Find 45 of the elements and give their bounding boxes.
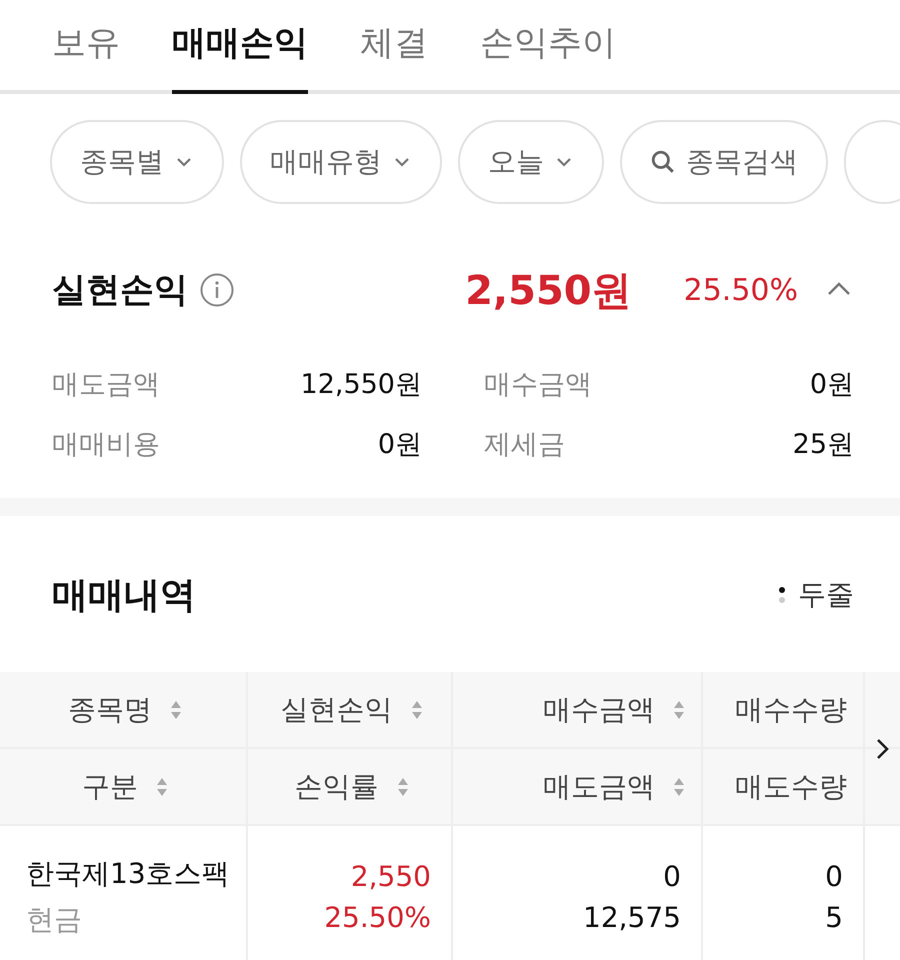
- column-header[interactable]: 매도금액: [473, 768, 685, 806]
- detail-value: 12,550원: [300, 368, 422, 402]
- column-header[interactable]: 매수수량: [723, 690, 847, 728]
- sort-icon: [410, 698, 422, 720]
- sort-icon: [156, 776, 168, 798]
- row-mode-toggle[interactable]: 두줄: [778, 576, 854, 614]
- stock-name: 한국제13호스팩: [26, 856, 230, 892]
- sort-icon: [396, 776, 408, 798]
- column-header[interactable]: 실현손익: [268, 690, 435, 728]
- section-title: 매매내역: [52, 574, 196, 618]
- sort-icon: [673, 698, 685, 720]
- column-header[interactable]: 매도수량: [723, 768, 847, 806]
- info-icon[interactable]: [200, 273, 234, 307]
- detail-label: 매도금액: [52, 368, 160, 402]
- column-header[interactable]: 매수금액: [473, 690, 685, 728]
- detail-value: 25원: [792, 428, 854, 462]
- realized-profit: 2,550: [350, 860, 431, 893]
- filter-dropdown[interactable]: 종목별: [50, 120, 224, 204]
- sort-icon: [170, 698, 182, 720]
- detail-label: 매매비용: [52, 428, 160, 462]
- tab[interactable]: 매매손익: [172, 0, 308, 94]
- sort-icon: [673, 776, 685, 798]
- search-icon: [650, 149, 676, 175]
- column-header[interactable]: 종목명: [20, 690, 230, 728]
- sell-quantity: 5: [825, 901, 843, 934]
- column-header[interactable]: 구분: [20, 768, 230, 806]
- detail-label: 제세금: [484, 428, 565, 462]
- detail-value: 0원: [810, 368, 854, 402]
- column-header[interactable]: 손익률: [268, 768, 435, 806]
- profit-rate: 25.50%: [684, 272, 798, 308]
- realized-profit-amount: 2,550원: [465, 266, 632, 316]
- filter-dropdown[interactable]: 매매유형: [240, 120, 442, 204]
- section-title: 실현손익: [52, 269, 188, 312]
- buy-quantity: 0: [825, 860, 843, 893]
- search-button[interactable]: 종목검색: [620, 120, 828, 204]
- tab[interactable]: 체결: [360, 0, 428, 94]
- trade-type: 현금: [26, 902, 82, 938]
- detail-label: 매수금액: [484, 368, 592, 402]
- buy-amount: 0: [663, 860, 681, 893]
- filter-dropdown[interactable]: 오늘: [458, 120, 604, 204]
- tab[interactable]: 보유: [52, 0, 120, 94]
- detail-value: 0원: [378, 428, 422, 462]
- sell-amount: 12,575: [583, 901, 681, 934]
- tab[interactable]: 손익추이: [480, 0, 616, 94]
- profit-rate: 25.50%: [324, 901, 431, 934]
